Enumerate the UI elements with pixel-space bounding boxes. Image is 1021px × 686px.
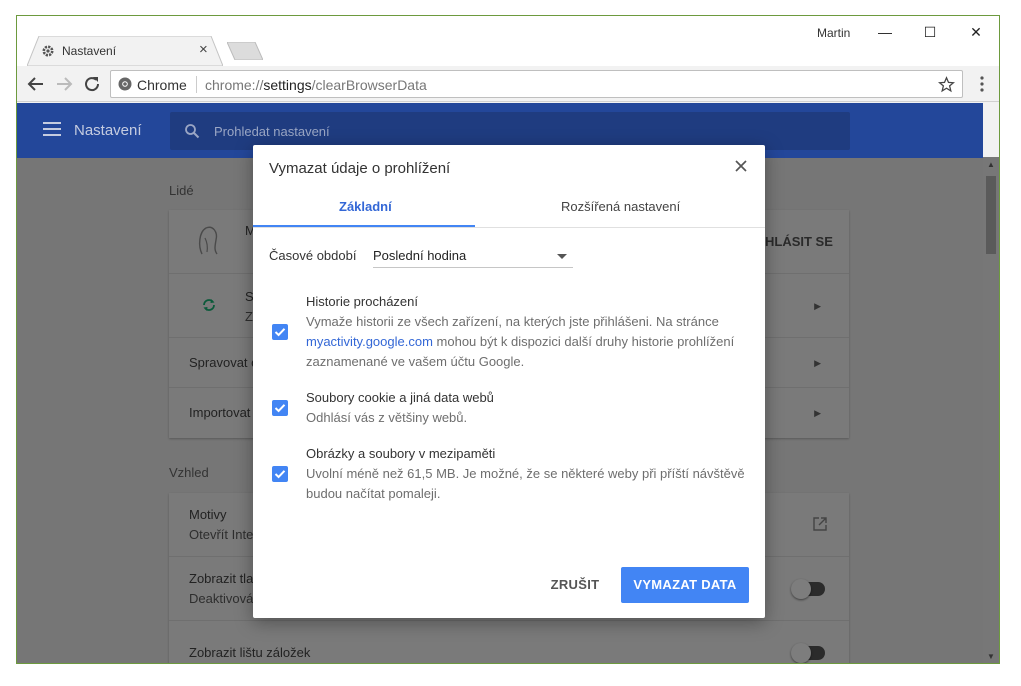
checkmark-icon bbox=[274, 470, 286, 479]
browsing-history-title: Historie procházení bbox=[306, 294, 418, 309]
checkmark-icon bbox=[274, 404, 286, 413]
home-button-subtitle: Deaktivová bbox=[189, 591, 254, 606]
close-icon[interactable] bbox=[733, 158, 749, 174]
home-button-title: Zobrazit tla bbox=[189, 571, 254, 586]
dropdown-arrow-icon bbox=[557, 254, 567, 259]
manage-people-label: Spravovat o bbox=[189, 355, 259, 370]
themes-subtitle: Otevřít Inte bbox=[189, 527, 254, 542]
menu-dots-icon[interactable] bbox=[973, 75, 991, 93]
browsing-history-desc-start: Vymaže historii ze všech zařízení, na kt… bbox=[306, 314, 719, 329]
reload-icon[interactable] bbox=[81, 73, 103, 95]
tab-close-icon[interactable]: × bbox=[199, 42, 208, 58]
chevron-right-icon: ▶ bbox=[814, 301, 821, 311]
url-path: /clearBrowserData bbox=[311, 77, 427, 93]
chevron-right-icon: ▶ bbox=[814, 408, 821, 418]
search-placeholder: Prohledat nastavení bbox=[214, 124, 330, 139]
themes-title: Motivy bbox=[189, 507, 227, 522]
sync-subtitle: Z bbox=[245, 309, 253, 324]
url-scheme: chrome:// bbox=[205, 77, 264, 93]
minimize-button[interactable]: — bbox=[870, 22, 900, 42]
time-range-value: Poslední hodina bbox=[373, 248, 467, 263]
cache-checkbox[interactable] bbox=[272, 466, 288, 482]
gear-icon bbox=[42, 45, 54, 57]
close-window-button[interactable]: ✕ bbox=[961, 22, 991, 42]
toggle-knob bbox=[791, 643, 811, 663]
sign-in-button[interactable]: HLÁSIT SE bbox=[765, 234, 833, 249]
clear-data-button[interactable]: VYMAZAT DATA bbox=[621, 567, 749, 603]
bookmarks-bar-row[interactable]: Zobrazit lištu záložek bbox=[169, 621, 849, 663]
bookmarks-bar-label: Zobrazit lištu záložek bbox=[189, 645, 311, 660]
scrollbar-thumb[interactable] bbox=[986, 176, 996, 254]
tab-basic[interactable]: Základní bbox=[339, 199, 392, 214]
url-host: settings bbox=[263, 77, 312, 93]
cancel-button[interactable]: ZRUŠIT bbox=[543, 570, 607, 600]
url-text: chrome://settings/clearBrowserData bbox=[205, 77, 427, 93]
home-button-toggle[interactable] bbox=[791, 579, 825, 599]
toggle-knob bbox=[791, 579, 811, 599]
bookmark-star-icon[interactable] bbox=[938, 76, 955, 93]
forward-icon[interactable] bbox=[53, 73, 75, 95]
cookies-checkbox[interactable] bbox=[272, 400, 288, 416]
cookies-title: Soubory cookie a jiná data webů bbox=[306, 390, 494, 405]
new-tab-button[interactable] bbox=[227, 42, 263, 60]
scroll-up-arrow-icon[interactable]: ▲ bbox=[987, 160, 995, 169]
cache-description: Uvolní méně než 61,5 MB. Je možné, že se… bbox=[306, 466, 745, 501]
search-icon bbox=[185, 124, 200, 139]
browsing-history-description: Vymaže historii ze všech zařízení, na kt… bbox=[306, 312, 746, 372]
clear-browsing-data-dialog: Vymazat údaje o prohlížení Základní Rozš… bbox=[253, 145, 765, 618]
omnibox-divider bbox=[196, 76, 197, 93]
profile-name[interactable]: Martin bbox=[817, 26, 850, 40]
address-bar[interactable]: Chrome chrome://settings/clearBrowserDat… bbox=[110, 70, 963, 98]
tab-settings[interactable]: Nastavení × bbox=[27, 36, 223, 66]
checkmark-icon bbox=[274, 328, 286, 337]
site-chip: Chrome bbox=[137, 77, 187, 93]
chrome-logo-icon bbox=[118, 77, 132, 91]
scroll-down-arrow-icon[interactable]: ▼ bbox=[987, 652, 995, 661]
chevron-right-icon: ▶ bbox=[814, 358, 821, 368]
section-appearance: Vzhled bbox=[169, 465, 209, 480]
dialog-title: Vymazat údaje o prohlížení bbox=[269, 160, 451, 177]
time-range-select[interactable]: Poslední hodina bbox=[373, 244, 573, 268]
tab-title: Nastavení bbox=[62, 44, 117, 58]
tab-advanced[interactable]: Rozšířená nastavení bbox=[561, 199, 680, 214]
external-link-icon[interactable] bbox=[813, 517, 827, 531]
hamburger-menu-icon[interactable] bbox=[43, 122, 61, 136]
tabs-divider bbox=[253, 227, 765, 228]
import-label: Importovat bbox=[189, 405, 251, 420]
myactivity-link[interactable]: myactivity.google.com bbox=[306, 334, 433, 349]
tab-strip: Nastavení × Martin — ☐ ✕ bbox=[17, 16, 999, 66]
tab-shape bbox=[27, 36, 223, 66]
bookmarks-bar-toggle[interactable] bbox=[791, 643, 825, 663]
browsing-history-checkbox[interactable] bbox=[272, 324, 288, 340]
time-range-label: Časové období bbox=[269, 248, 357, 263]
section-people: Lidé bbox=[169, 183, 194, 198]
avatar bbox=[198, 226, 218, 255]
browser-toolbar: Chrome chrome://settings/clearBrowserDat… bbox=[17, 66, 999, 102]
sync-icon bbox=[203, 299, 215, 311]
settings-title: Nastavení bbox=[74, 122, 142, 139]
cache-title: Obrázky a soubory v mezipaměti bbox=[306, 446, 496, 461]
maximize-button[interactable]: ☐ bbox=[915, 22, 945, 42]
back-icon[interactable] bbox=[25, 73, 47, 95]
cookies-description: Odhlásí vás z většiny webů. bbox=[306, 410, 468, 425]
